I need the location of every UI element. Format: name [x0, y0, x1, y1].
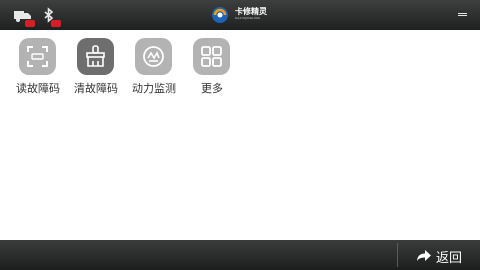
tile-label: 动力监测	[132, 82, 176, 95]
read-codes-button[interactable]	[19, 38, 56, 75]
power-monitor-button[interactable]	[135, 38, 172, 75]
back-button[interactable]: 返回	[410, 240, 476, 270]
clear-codes-button[interactable]	[77, 38, 114, 75]
bluetooth-icon[interactable]	[39, 7, 61, 27]
status-badge	[25, 20, 35, 27]
logo-subtext: KAXIUJINGLING	[235, 16, 261, 20]
tile-more[interactable]: 更多	[182, 38, 242, 98]
truck-icon[interactable]	[13, 7, 35, 27]
back-label: 返回	[436, 251, 463, 266]
more-button[interactable]	[193, 38, 230, 75]
tile-power-monitor[interactable]: 动力监测	[124, 38, 184, 98]
logo-mark-icon	[212, 7, 228, 23]
grid-icon	[201, 46, 222, 67]
scan-icon	[27, 46, 48, 67]
app-logo: 卡修精灵 KAXIUJINGLING	[211, 5, 281, 25]
broom-icon	[86, 45, 105, 67]
share-arrow-icon	[417, 250, 431, 261]
tile-label: 读故障码	[16, 82, 60, 95]
bottom-bar: 返回	[0, 240, 480, 270]
status-badge	[51, 20, 61, 27]
menu-icon[interactable]	[458, 13, 467, 16]
top-bar: 卡修精灵 KAXIUJINGLING	[0, 0, 480, 30]
tile-label: 更多	[201, 82, 223, 95]
divider	[397, 243, 398, 267]
engine-icon	[143, 46, 164, 67]
tile-clear-codes[interactable]: 清故障码	[66, 38, 126, 98]
tile-read-codes[interactable]: 读故障码	[8, 38, 68, 98]
app-window: 卡修精灵 KAXIUJINGLING 读故障码 清故障码 动力监测 更多 返回	[0, 0, 480, 270]
tile-label: 清故障码	[74, 82, 118, 95]
